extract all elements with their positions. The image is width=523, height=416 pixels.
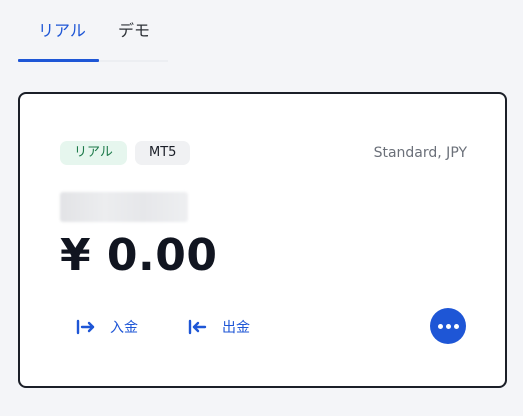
account-balance: ¥ 0.00: [60, 230, 218, 281]
more-options-button[interactable]: [430, 308, 466, 344]
withdraw-arrow-icon: [188, 319, 207, 335]
more-horizontal-icon: [445, 323, 451, 329]
withdraw-label: 出金: [222, 320, 250, 336]
tab-demo[interactable]: デモ: [118, 17, 150, 41]
platform-badge: MT5: [135, 141, 191, 165]
withdraw-button[interactable]: 出金: [188, 316, 250, 338]
tab-active-indicator: [18, 59, 99, 62]
deposit-arrow-icon: [76, 319, 95, 335]
account-status-badge: リアル: [60, 141, 127, 165]
tab-real[interactable]: リアル: [38, 17, 86, 41]
more-horizontal-icon: [453, 323, 459, 329]
deposit-label: 入金: [110, 320, 138, 336]
account-type-currency: Standard, JPY: [373, 145, 467, 161]
more-horizontal-icon: [437, 323, 443, 329]
account-number-redacted: [60, 192, 188, 222]
account-card: リアル MT5 Standard, JPY ¥ 0.00 入金 出金: [18, 92, 507, 388]
deposit-button[interactable]: 入金: [76, 316, 138, 338]
account-tabs: リアル デモ: [18, 0, 168, 62]
